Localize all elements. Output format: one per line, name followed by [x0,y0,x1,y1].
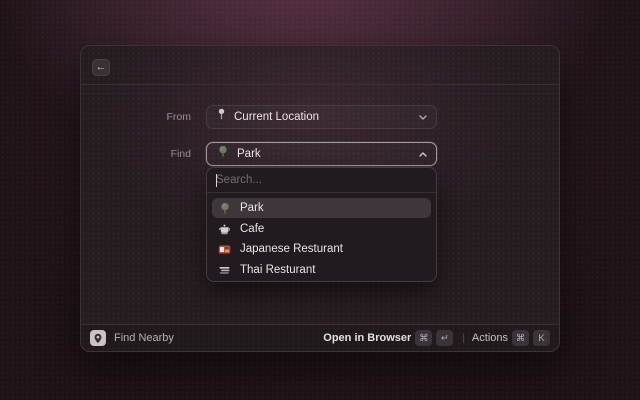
option-japanese-restaurant[interactable]: Japanese Resturant [212,239,431,259]
cmd-keycap: ⌘ [415,330,432,346]
option-label: Thai Resturant [240,264,315,276]
cmd-keycap: ⌘ [512,330,529,346]
find-nearby-app-icon [90,330,106,346]
raycast-window: ← From Current Location Find Park [80,45,560,352]
text-caret [216,174,217,187]
tree-icon [218,202,231,215]
k-keycap: K [533,330,550,346]
dropdown-search-input[interactable] [216,174,427,186]
footer-separator: | [462,333,465,344]
command-title: Find Nearby [114,332,323,344]
dropdown-search[interactable] [207,168,436,193]
option-cafe[interactable]: Cafe [212,219,431,239]
from-select-value: Current Location [234,111,418,123]
from-label: From [81,105,191,129]
find-select-value: Park [237,148,418,160]
coffee-pot-icon [218,223,231,235]
desktop-background: ← From Current Location Find Park [0,0,640,400]
header-divider [81,84,559,85]
content-top-divider [81,93,559,94]
dropdown-option-list: Park Cafe Japanese Resturant [212,198,431,280]
chevron-down-icon [418,114,428,121]
footer-bar: Find Nearby Open in Browser ⌘ ↵ | Action… [81,324,559,351]
location-pin-icon [217,108,226,126]
actions-menu-button[interactable]: Actions [472,332,508,344]
return-keycap: ↵ [436,330,453,346]
tree-icon [217,145,229,163]
noodles-icon [218,265,231,275]
option-thai-restaurant[interactable]: Thai Resturant [212,260,431,280]
chevron-up-icon [418,151,428,158]
back-button[interactable]: ← [92,59,110,76]
option-park[interactable]: Park [212,198,431,218]
open-in-browser-action[interactable]: Open in Browser [323,332,411,344]
find-select[interactable]: Park [206,142,437,166]
option-label: Cafe [240,223,264,235]
option-label: Japanese Resturant [240,243,343,255]
find-dropdown-panel: Park Cafe Japanese Resturant [206,167,437,282]
find-label: Find [81,142,191,166]
bento-box-icon [218,244,231,255]
from-select[interactable]: Current Location [206,105,437,129]
option-label: Park [240,202,264,214]
